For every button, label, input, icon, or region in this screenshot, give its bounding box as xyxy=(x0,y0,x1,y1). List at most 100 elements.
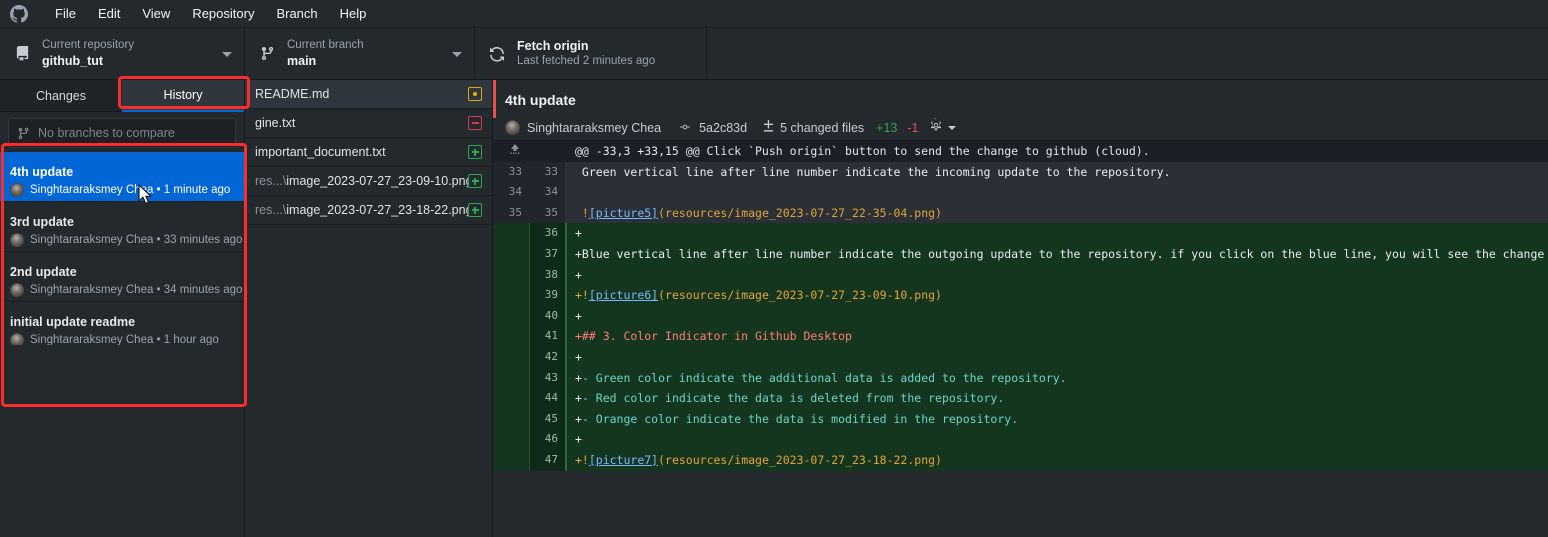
sync-icon xyxy=(487,46,507,62)
avatar xyxy=(505,120,520,135)
current-repository-label: Current repository xyxy=(42,39,135,51)
commit-item-title: 3rd update xyxy=(10,214,74,229)
diff-gutter-new: 47 xyxy=(529,449,565,471)
diff-token: (resources/image_2023-07-27_23-18-22.png… xyxy=(658,452,942,467)
commit-sha[interactable]: 5a2c83d xyxy=(677,121,747,135)
diff-gutter-new: 45 xyxy=(529,408,565,430)
diff-line-add: 45 +- Orange color indicate the data is m… xyxy=(493,408,1548,430)
diff-token: @@ -33,3 +33,15 @@ Click `Push origin` b… xyxy=(575,144,1150,158)
changed-files-text: 5 changed files xyxy=(780,120,865,135)
diff-gutter-new: 41 xyxy=(529,326,565,347)
diff-token: + xyxy=(575,432,582,447)
file-status-added-icon xyxy=(468,145,482,159)
diff-line-text: +## 3. Color Indicator in Github Desktop xyxy=(565,326,1548,347)
diff-line-add: 47 +![picture7](resources/image_2023-07-2… xyxy=(493,449,1548,471)
diff-token: - Orange color indicate the data is modi… xyxy=(581,411,1019,426)
file-status-added-icon xyxy=(468,203,482,217)
diff-token: + xyxy=(575,349,582,364)
diff-token: +Blue vertical line after line number in… xyxy=(575,246,1548,261)
commit-summary-header: 4th update Singhtararaksmey Chea 5a2c83d… xyxy=(493,80,1548,141)
current-repository-button[interactable]: Current repository github_tut xyxy=(0,28,245,79)
changed-file-name: res...\image_2023-07-27_23-18-22.png xyxy=(255,203,468,217)
file-status-deleted-icon xyxy=(468,116,482,130)
avatar xyxy=(10,332,24,345)
additions-count: +13 xyxy=(876,120,898,135)
menu-item-edit[interactable]: Edit xyxy=(87,2,131,25)
menu-item-help[interactable]: Help xyxy=(329,2,378,25)
sidebar-empty-area xyxy=(0,344,244,537)
diff-token: +! xyxy=(575,288,589,303)
diff-icon xyxy=(763,119,780,136)
diff-token: Green vertical line after line number in… xyxy=(575,164,1171,179)
diff-line-text: + xyxy=(565,223,1548,244)
changed-file-list[interactable]: README.md gine.txt important_document.txtr… xyxy=(245,80,493,537)
commit-list-item[interactable]: 3rd update Singhtararaksmey Chea • 33 min… xyxy=(0,202,244,252)
changed-file-item[interactable]: res...\image_2023-07-27_23-18-22.png xyxy=(245,196,492,225)
diff-gutter-old: 35 xyxy=(493,202,529,224)
menu-item-branch[interactable]: Branch xyxy=(265,2,328,25)
avatar xyxy=(10,232,24,247)
menu-item-repository[interactable]: Repository xyxy=(181,2,265,25)
tab-changes[interactable]: Changes xyxy=(0,80,122,112)
diff-line-add: 39 +![picture6](resources/image_2023-07-2… xyxy=(493,285,1548,306)
diff-line-add: 36 + xyxy=(493,223,1548,244)
commit-list-item[interactable]: 2nd update Singhtararaksmey Chea • 34 min… xyxy=(0,252,244,302)
branch-compare-input[interactable]: No branches to compare xyxy=(8,118,236,148)
diff-options-button[interactable] xyxy=(929,118,956,137)
diff-line-add: 44 +- Red color indicate the data is dele… xyxy=(493,388,1548,409)
diff-line-text: +- Green color indicate the additional d… xyxy=(565,367,1548,389)
diff-token: + xyxy=(575,370,582,385)
toolbar: Current repository github_tut Current br… xyxy=(0,28,1548,80)
diff-gutter-new: 42 xyxy=(529,346,565,368)
commit-sha-text: 5a2c83d xyxy=(699,120,748,135)
changed-file-item[interactable]: important_document.txt xyxy=(245,138,492,167)
changed-file-item[interactable]: README.md xyxy=(245,80,492,109)
diff-line-add: 43 +- Green color indicate the additional… xyxy=(493,367,1548,389)
diff-line-ctx: 33 33 Green vertical line after line numb… xyxy=(493,161,1548,183)
commit-list[interactable]: 4th update Singhtararaksmey Chea • 1 minu… xyxy=(0,152,244,345)
changed-file-name: gine.txt xyxy=(255,116,296,130)
changed-file-name: README.md xyxy=(255,87,330,101)
diff-token xyxy=(575,185,582,199)
commit-title: 4th update xyxy=(505,92,576,108)
diff-line-text: + xyxy=(565,346,1548,368)
github-mark-icon xyxy=(8,3,30,25)
diff-line-text xyxy=(565,182,1548,203)
fetch-origin-button[interactable]: Fetch origin Last fetched 2 minutes ago xyxy=(475,28,707,79)
current-branch-button[interactable]: Current branch main xyxy=(245,28,475,79)
menu-item-view[interactable]: View xyxy=(131,2,181,25)
diff-token: [picture7] xyxy=(588,452,659,467)
diff-gutter-new: 37 xyxy=(529,243,565,265)
commit-item-meta: Singhtararaksmey Chea • 1 minute ago xyxy=(30,183,231,196)
diff-gutter-new: 36 xyxy=(529,223,565,244)
diff-line-text: + xyxy=(565,264,1548,286)
changed-file-item[interactable]: res...\image_2023-07-27_23-09-10.png xyxy=(245,167,492,196)
fetch-origin-status: Last fetched 2 minutes ago xyxy=(517,55,656,67)
diff-token: ! xyxy=(575,205,589,220)
git-branch-icon xyxy=(17,127,30,140)
diff-line-text: +![picture6](resources/image_2023-07-27_… xyxy=(565,285,1548,306)
sidebar: Changes History No branches to compare 4… xyxy=(0,80,245,537)
diff-line-text: @@ -33,3 +33,15 @@ Click `Push origin` b… xyxy=(565,141,1548,162)
diff-gutter-new: 34 xyxy=(529,182,565,203)
commit-list-item[interactable]: 4th update Singhtararaksmey Chea • 1 minu… xyxy=(0,152,244,202)
diff-line-text: +![picture7](resources/image_2023-07-27_… xyxy=(565,449,1548,471)
diff-line-ctx: 34 34 xyxy=(493,182,1548,203)
expand-up-icon[interactable] xyxy=(493,141,529,162)
commit-list-item[interactable]: initial update readme Singhtararaksmey Ch… xyxy=(0,302,244,345)
diff-line-add: 42 + xyxy=(493,346,1548,368)
main-content: Changes History No branches to compare 4… xyxy=(0,80,1548,537)
menu-item-file[interactable]: File xyxy=(44,2,87,25)
commit-item-meta: Singhtararaksmey Chea • 33 minutes ago xyxy=(30,233,243,246)
diff-token: - Red color indicate the data is deleted… xyxy=(581,391,1005,406)
changed-file-item[interactable]: gine.txt xyxy=(245,109,492,138)
git-branch-icon xyxy=(257,46,277,61)
diff-line-hunk: @@ -33,3 +33,15 @@ Click `Push origin` b… xyxy=(493,141,1548,162)
tab-history[interactable]: History xyxy=(122,80,244,112)
diff-token: (resources/image_2023-07-27_23-09-10.png… xyxy=(658,288,942,303)
changed-file-name: res...\image_2023-07-27_23-09-10.png xyxy=(255,174,468,188)
diff-viewer[interactable]: @@ -33,3 +33,15 @@ Click `Push origin` b… xyxy=(493,141,1548,537)
diff-line-text: +Blue vertical line after line number in… xyxy=(565,243,1548,265)
git-commit-icon xyxy=(677,121,699,135)
avatar xyxy=(10,182,24,197)
